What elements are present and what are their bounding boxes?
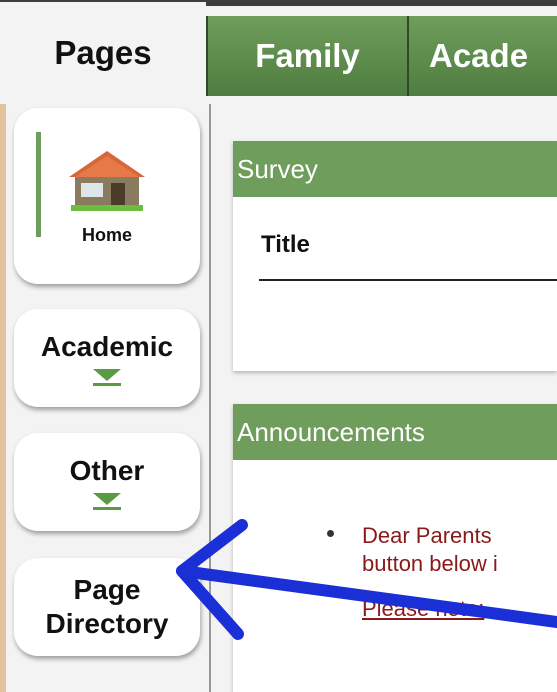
sidebar-item-label: Academic [40,330,174,362]
tab-pages[interactable]: Pages [0,2,206,104]
tab-academic[interactable]: Acade [407,16,557,96]
sidebar-item-page-directory[interactable]: Page Directory [14,558,200,656]
tab-family[interactable]: Family [206,16,407,96]
sidebar-item-label: Other [69,454,145,486]
divider [259,279,557,281]
top-tab-bar: Pages Family Acade [0,2,557,104]
house-icon [69,150,145,211]
sidebar-divider [209,104,211,692]
sidebar-item-label: Directory [45,608,169,639]
announcement-line: button below i [362,551,498,576]
announcement-note-link[interactable]: Please note: [362,596,484,622]
announcements-panel: Announcements Dear Parents button below … [233,404,557,692]
announcement-text: Dear Parents button below i [362,522,498,578]
announcement-line: Dear Parents [362,523,492,548]
chevron-down-icon [93,487,121,510]
announcements-header: Announcements [233,404,557,460]
sidebar-item-home[interactable]: Home [14,108,200,284]
bullet [327,530,334,537]
survey-header: Survey [233,141,557,197]
sidebar-item-other[interactable]: Other [14,433,200,531]
sidebar-item-label: Page [73,574,141,605]
survey-panel: Survey Title [233,141,557,371]
survey-title-column: Title [261,231,310,258]
active-indicator [36,132,41,237]
chevron-down-icon [93,363,121,386]
sidebar-item-academic[interactable]: Academic [14,309,200,407]
sidebar-item-label: Home [81,224,132,245]
